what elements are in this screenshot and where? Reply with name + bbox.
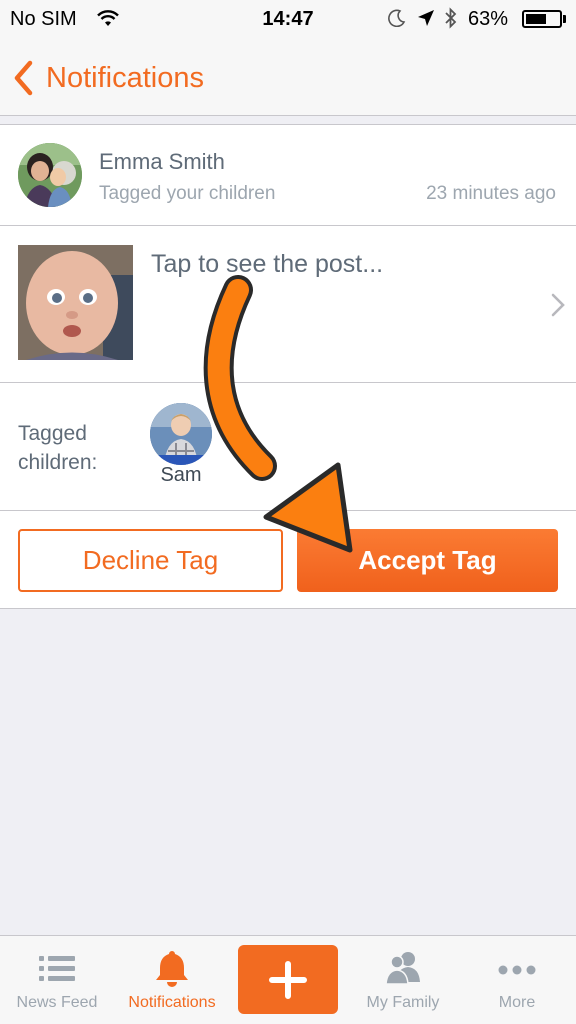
tagged-children-row: Tagged children: Sam bbox=[0, 383, 576, 511]
child-avatar-photo bbox=[150, 403, 212, 465]
tagged-children-label: Tagged children: bbox=[18, 422, 98, 474]
child-avatar[interactable] bbox=[150, 403, 212, 465]
plus-icon bbox=[269, 961, 307, 999]
sender-avatar bbox=[18, 143, 82, 207]
child-name: Sam bbox=[160, 464, 202, 486]
accept-tag-button[interactable]: Accept Tag bbox=[297, 529, 558, 592]
decline-tag-button[interactable]: Decline Tag bbox=[18, 529, 283, 592]
people-icon bbox=[385, 952, 420, 985]
sender-name: Emma Smith bbox=[99, 149, 225, 174]
bluetooth-icon bbox=[445, 7, 457, 29]
baby-photo bbox=[18, 245, 133, 360]
tab-label-notifications: Notifications bbox=[128, 994, 216, 1011]
status-bar: No SIM 14:47 63% bbox=[0, 0, 576, 40]
list-icon bbox=[39, 956, 75, 981]
post-prompt: Tap to see the post... bbox=[151, 250, 384, 278]
tab-news-feed[interactable]: News Feed bbox=[0, 936, 114, 1024]
more-dots-icon bbox=[498, 965, 536, 975]
tab-label-more: More bbox=[498, 994, 536, 1011]
navigation-bar: Notifications bbox=[0, 40, 576, 116]
post-preview-row[interactable]: Tap to see the post... bbox=[0, 226, 576, 383]
sender-avatar-photo bbox=[18, 143, 82, 207]
chevron-left-icon bbox=[14, 60, 33, 96]
bell-icon bbox=[156, 951, 188, 987]
notification-card: Emma Smith Tagged your children 23 minut… bbox=[0, 124, 576, 609]
tab-notifications[interactable]: Notifications bbox=[115, 936, 229, 1024]
tab-my-family[interactable]: My Family bbox=[346, 936, 460, 1024]
battery-fill bbox=[526, 14, 547, 24]
back-button-label: Notifications bbox=[46, 61, 204, 94]
moon-icon bbox=[388, 9, 406, 27]
battery-icon bbox=[522, 10, 562, 28]
location-arrow-icon bbox=[418, 10, 434, 26]
tab-more[interactable]: More bbox=[460, 936, 574, 1024]
tab-label-my-family: My Family bbox=[366, 994, 440, 1011]
battery-percentage: 63% bbox=[468, 8, 509, 30]
notification-action-text: Tagged your children bbox=[99, 183, 276, 204]
notification-timestamp: 23 minutes ago bbox=[426, 183, 556, 204]
battery-tip bbox=[563, 15, 566, 23]
chevron-right-icon bbox=[551, 293, 565, 317]
add-post-button[interactable] bbox=[238, 945, 338, 1014]
tab-label-news-feed: News Feed bbox=[16, 994, 98, 1011]
back-button[interactable]: Notifications bbox=[12, 56, 204, 100]
notification-header-row[interactable]: Emma Smith Tagged your children 23 minut… bbox=[0, 125, 576, 226]
screen: No SIM 14:47 63% Notifications Emma Smit… bbox=[0, 0, 576, 1024]
post-thumbnail bbox=[18, 245, 133, 360]
